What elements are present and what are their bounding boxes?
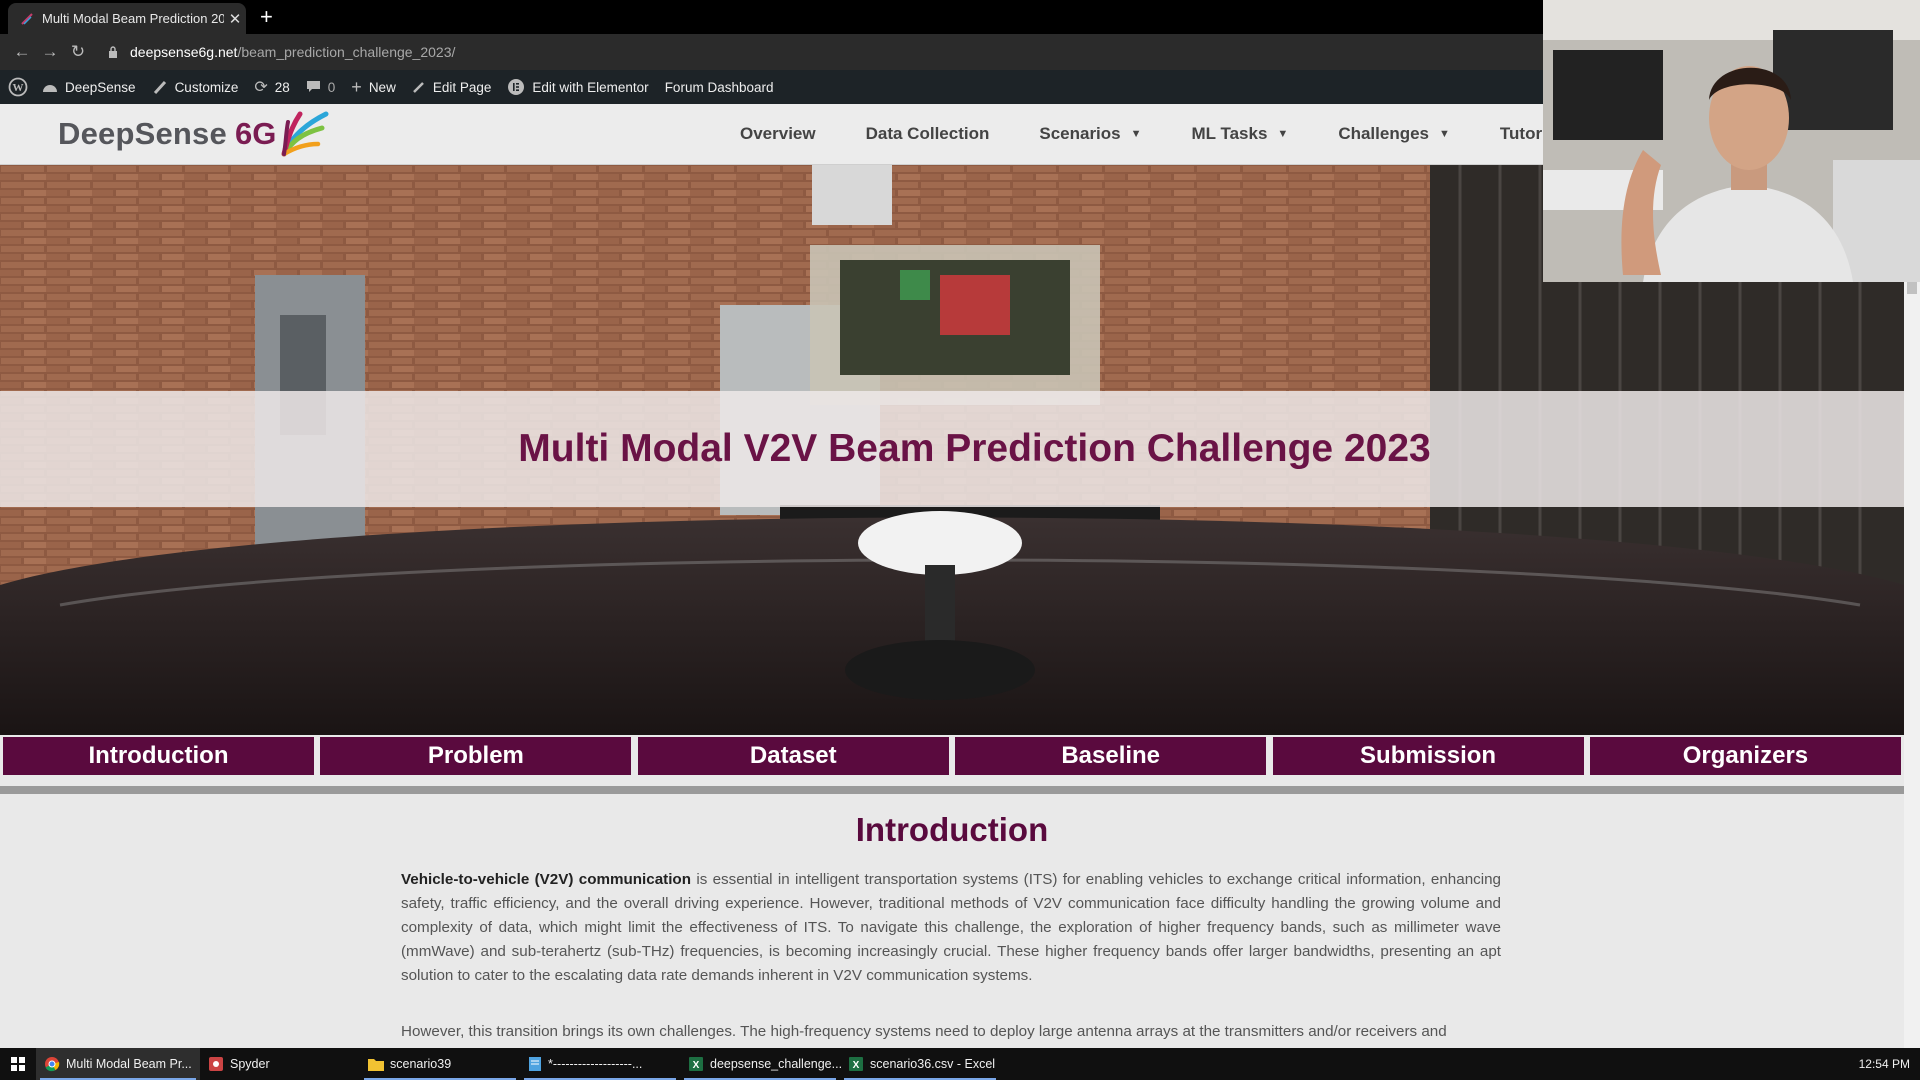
chrome-icon: [44, 1056, 60, 1072]
taskbar-item-label: scenario39: [390, 1057, 452, 1071]
nav-ml-tasks-label: ML Tasks: [1191, 124, 1268, 143]
nav-scenarios-label: Scenarios: [1039, 124, 1121, 143]
site-logo[interactable]: DeepSense 6G: [58, 110, 330, 158]
taskbar-item-chrome[interactable]: Multi Modal Beam Pr...: [36, 1048, 200, 1080]
webcam-video-feed: [1543, 0, 1920, 282]
admin-comments-link[interactable]: 0: [306, 79, 336, 95]
main-nav: Overview Data Collection Scenarios ▼ ML T…: [740, 104, 1620, 164]
taskbar-item-notepad[interactable]: *-------------------...: [520, 1048, 680, 1080]
logo-feather-icon: [281, 111, 329, 157]
admin-edit-page-label: Edit Page: [432, 79, 492, 95]
tab-organizers[interactable]: Organizers: [1589, 737, 1901, 775]
taskbar-item-label: Multi Modal Beam Pr...: [66, 1057, 192, 1071]
new-tab-icon[interactable]: +: [260, 3, 273, 31]
nav-scenarios[interactable]: Scenarios ▼: [1039, 124, 1141, 144]
plus-icon: +: [351, 76, 362, 97]
admin-forum-link[interactable]: Forum Dashboard: [665, 80, 774, 95]
tab-baseline[interactable]: Baseline: [955, 737, 1267, 775]
taskbar-item-explorer[interactable]: scenario39: [360, 1048, 520, 1080]
pencil-icon: [412, 80, 426, 94]
admin-elementor-link[interactable]: Edit with Elementor: [507, 78, 649, 96]
introduction-paragraph-1: Vehicle-to-vehicle (V2V) communication i…: [401, 868, 1501, 988]
v2v-bold-term: Vehicle-to-vehicle (V2V) communication: [401, 871, 691, 888]
caret-down-icon: ▼: [1439, 128, 1450, 140]
taskbar-item-excel-2[interactable]: X scenario36.csv - Excel: [840, 1048, 1000, 1080]
lock-icon: [109, 46, 117, 58]
forward-arrow-icon[interactable]: →: [36, 42, 64, 62]
introduction-heading: Introduction: [855, 811, 1049, 848]
webcam-overlay: [1543, 0, 1920, 282]
main-content: Introduction Vehicle-to-vehicle (V2V) co…: [0, 794, 1904, 1048]
excel-icon: X: [688, 1056, 704, 1072]
admin-new-link[interactable]: + New: [351, 77, 396, 98]
tab-introduction[interactable]: Introduction: [3, 737, 314, 775]
windows-taskbar: Multi Modal Beam Pr... Spyder scenario39…: [0, 1048, 1920, 1080]
folder-icon: [368, 1057, 384, 1071]
nav-data-collection[interactable]: Data Collection: [866, 124, 990, 144]
hero-title-band: Multi Modal V2V Beam Prediction Challeng…: [0, 391, 1904, 507]
admin-comments-count: 0: [327, 79, 336, 95]
logo-text: DeepSense: [58, 116, 227, 151]
section-tabs: Introduction Problem Dataset Baseline Su…: [0, 735, 1904, 777]
section-divider: [0, 786, 1904, 794]
dashboard-icon: [42, 80, 58, 94]
browser-tab-title: Multi Modal Beam Prediction 20...: [42, 11, 224, 26]
hero-title: Multi Modal V2V Beam Prediction Challeng…: [518, 427, 1431, 470]
logo-6g: 6G: [234, 116, 277, 151]
admin-new-label: New: [368, 79, 396, 95]
svg-text:X: X: [693, 1060, 700, 1071]
nav-challenges[interactable]: Challenges ▼: [1338, 124, 1450, 144]
url-field[interactable]: deepsense6g.net /beam_prediction_challen…: [108, 44, 455, 60]
back-arrow-icon[interactable]: ←: [8, 42, 36, 62]
taskbar-item-label: deepsense_challenge...: [710, 1057, 843, 1071]
caret-down-icon: ▼: [1277, 128, 1289, 140]
admin-elementor-label: Edit with Elementor: [532, 79, 649, 95]
tab-problem[interactable]: Problem: [320, 737, 632, 775]
tab-dataset[interactable]: Dataset: [637, 737, 949, 775]
nav-overview[interactable]: Overview: [740, 124, 816, 144]
admin-customize-label: Customize: [174, 79, 239, 95]
elementor-icon: [507, 78, 525, 96]
notepad-icon: [528, 1056, 542, 1072]
caret-down-icon: ▼: [1130, 128, 1142, 140]
comment-bubble-icon: [306, 80, 321, 94]
nav-data-collection-label: Data Collection: [865, 124, 990, 143]
taskbar-item-spyder[interactable]: Spyder: [200, 1048, 360, 1080]
updates-icon: ⟳: [254, 79, 268, 96]
brush-icon: [152, 79, 168, 95]
url-path: /beam_prediction_challenge_2023/: [237, 44, 456, 60]
excel-icon: X: [848, 1056, 864, 1072]
admin-site-name-link[interactable]: DeepSense: [42, 80, 136, 95]
taskbar-item-label: Spyder: [230, 1057, 270, 1071]
taskbar-clock[interactable]: 12:54 PM: [1859, 1048, 1910, 1080]
reload-icon[interactable]: ↻: [64, 42, 92, 62]
svg-text:W: W: [13, 82, 24, 94]
tab-submission[interactable]: Submission: [1272, 737, 1584, 775]
deepsense-favicon-icon: [21, 12, 33, 25]
taskbar-item-label: *-------------------...: [548, 1057, 643, 1071]
admin-forum-label: Forum Dashboard: [664, 79, 774, 95]
introduction-paragraph-2: However, this transition brings its own …: [401, 1023, 1447, 1040]
url-domain: deepsense6g.net: [130, 44, 238, 60]
admin-updates-count: 28: [274, 79, 290, 95]
wordpress-logo-icon[interactable]: W: [8, 77, 28, 97]
close-tab-icon[interactable]: ✕: [224, 10, 246, 28]
svg-text:X: X: [853, 1060, 860, 1071]
taskbar-item-label: scenario36.csv - Excel: [870, 1057, 996, 1071]
nav-ml-tasks[interactable]: ML Tasks ▼: [1192, 124, 1289, 144]
taskbar-item-excel-1[interactable]: X deepsense_challenge...: [680, 1048, 843, 1080]
admin-customize-link[interactable]: Customize: [152, 79, 239, 95]
admin-edit-page-link[interactable]: Edit Page: [412, 79, 492, 95]
windows-start-icon[interactable]: [0, 1057, 36, 1071]
spyder-icon: [208, 1056, 224, 1072]
nav-overview-label: Overview: [740, 124, 816, 143]
browser-tab[interactable]: Multi Modal Beam Prediction 20... ✕: [8, 3, 246, 34]
nav-challenges-label: Challenges: [1338, 124, 1430, 143]
admin-updates-link[interactable]: ⟳ 28: [254, 77, 289, 97]
admin-site-name: DeepSense: [65, 79, 136, 95]
